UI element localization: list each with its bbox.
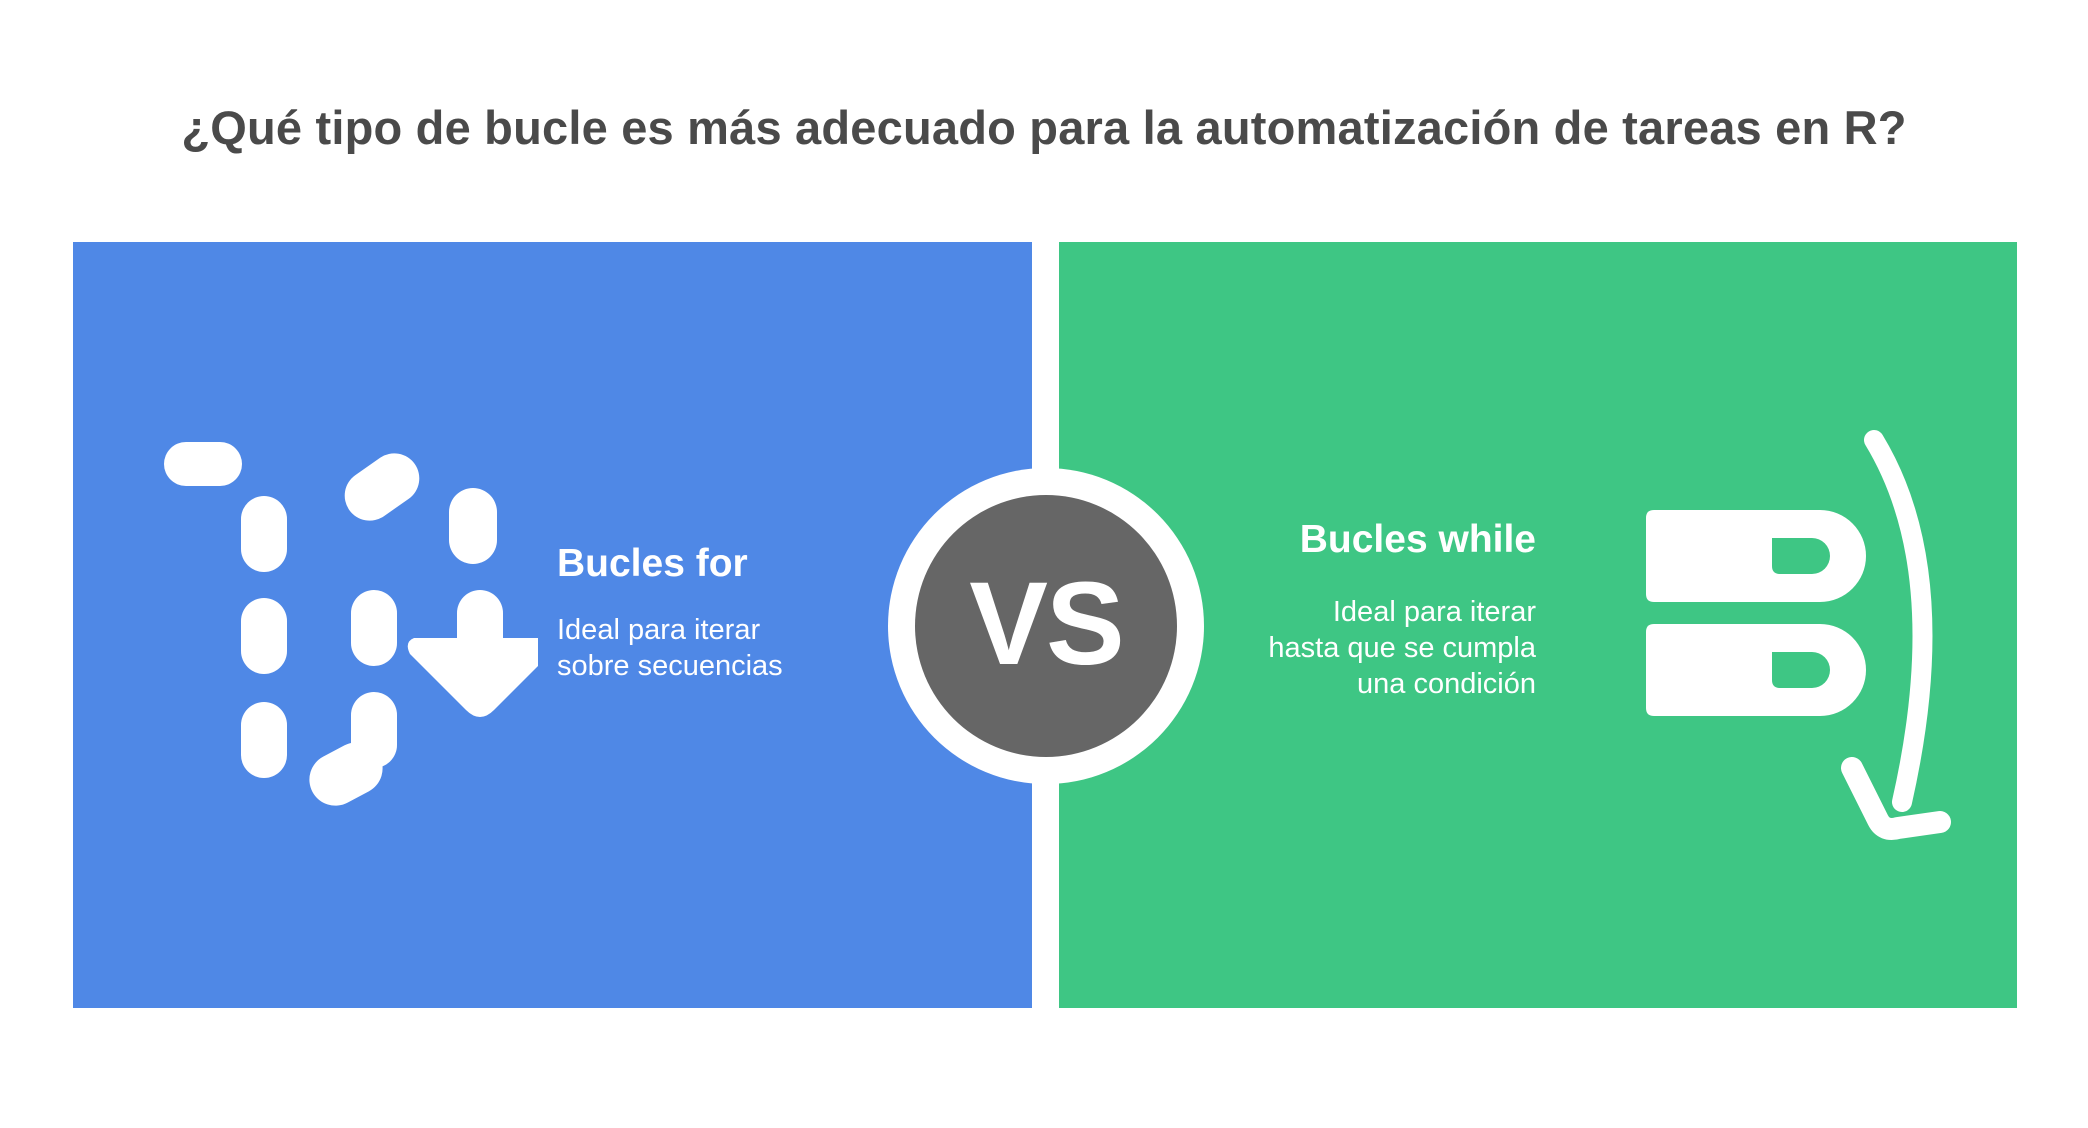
while-loop-heading: Bucles while — [1299, 518, 1536, 561]
dashed-path-down-arrow-icon — [164, 442, 538, 806]
for-loop-heading: Bucles for — [557, 542, 748, 585]
while-loop-description: Ideal para iterar hasta que se cumpla un… — [1268, 596, 1536, 700]
vs-badge: VS — [888, 468, 1204, 784]
repeat-loop-icon — [1646, 430, 1951, 840]
page-title: ¿Qué tipo de bucle es más adecuado para … — [181, 101, 1907, 154]
vs-circle: VS — [915, 495, 1177, 757]
vs-label: VS — [969, 558, 1124, 690]
for-loop-description: Ideal para iterar sobre secuencias — [557, 614, 783, 682]
